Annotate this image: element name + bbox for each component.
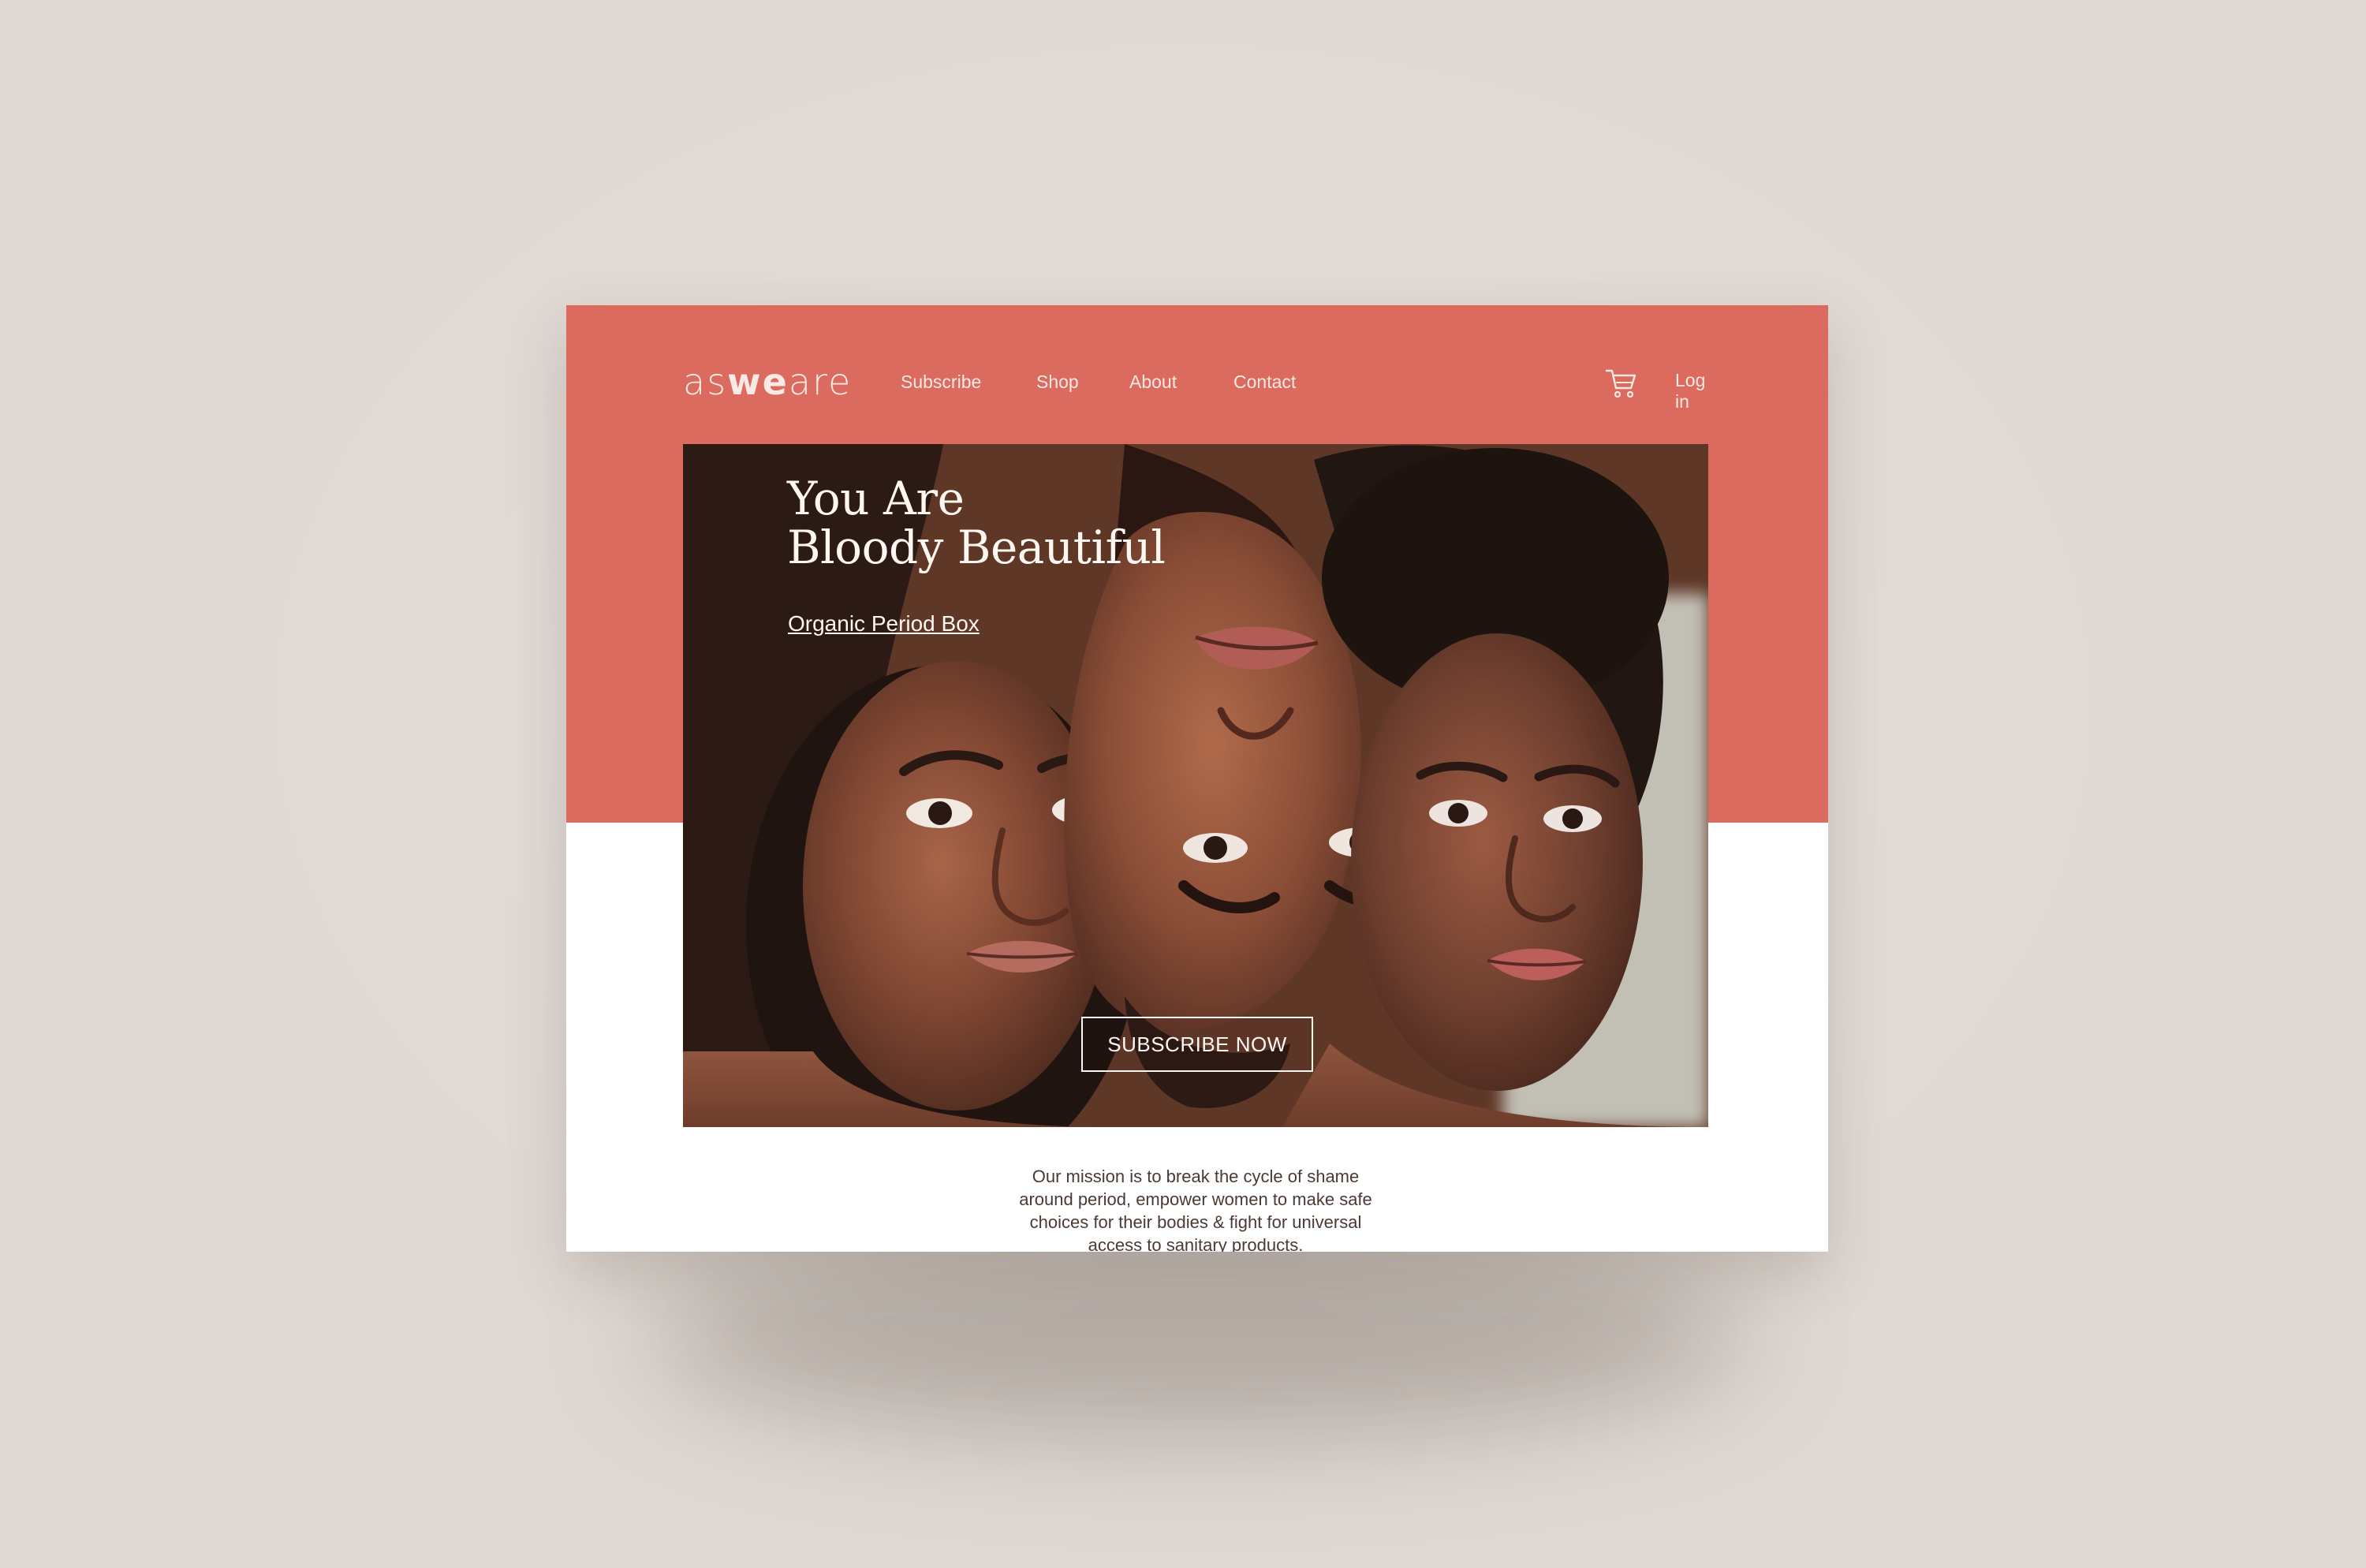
hero-title-line-2: Bloody Beautiful [787, 521, 1166, 574]
logo-part-as: as [683, 360, 728, 403]
nav-item-subscribe[interactable]: Subscribe [901, 371, 981, 393]
brand-logo[interactable]: asweare [683, 360, 852, 403]
top-navigation: asweare Subscribe Shop About Contact Log… [683, 353, 1724, 412]
logo-part-are: are [788, 360, 853, 403]
logo-part-we: we [727, 360, 789, 403]
login-link[interactable]: Log in [1675, 370, 1724, 413]
mockup-drop-shadow [647, 1230, 1751, 1435]
organic-period-box-link[interactable]: Organic Period Box [788, 611, 980, 637]
cart-icon[interactable] [1604, 365, 1639, 400]
nav-item-contact[interactable]: Contact [1233, 371, 1296, 393]
website-mockup: asweare Subscribe Shop About Contact Log… [566, 305, 1828, 1252]
hero-title: You Are Bloody Beautiful [787, 472, 1166, 574]
nav-item-about[interactable]: About [1129, 371, 1177, 393]
hero-image: You Are Bloody Beautiful Organic Period … [683, 444, 1708, 1127]
nav-item-shop[interactable]: Shop [1036, 371, 1079, 393]
mission-statement: Our mission is to break the cycle of sha… [1019, 1167, 1372, 1252]
hero-title-line-1: You Are [787, 472, 965, 525]
subscribe-now-button[interactable]: SUBSCRIBE NOW [1081, 1017, 1313, 1072]
